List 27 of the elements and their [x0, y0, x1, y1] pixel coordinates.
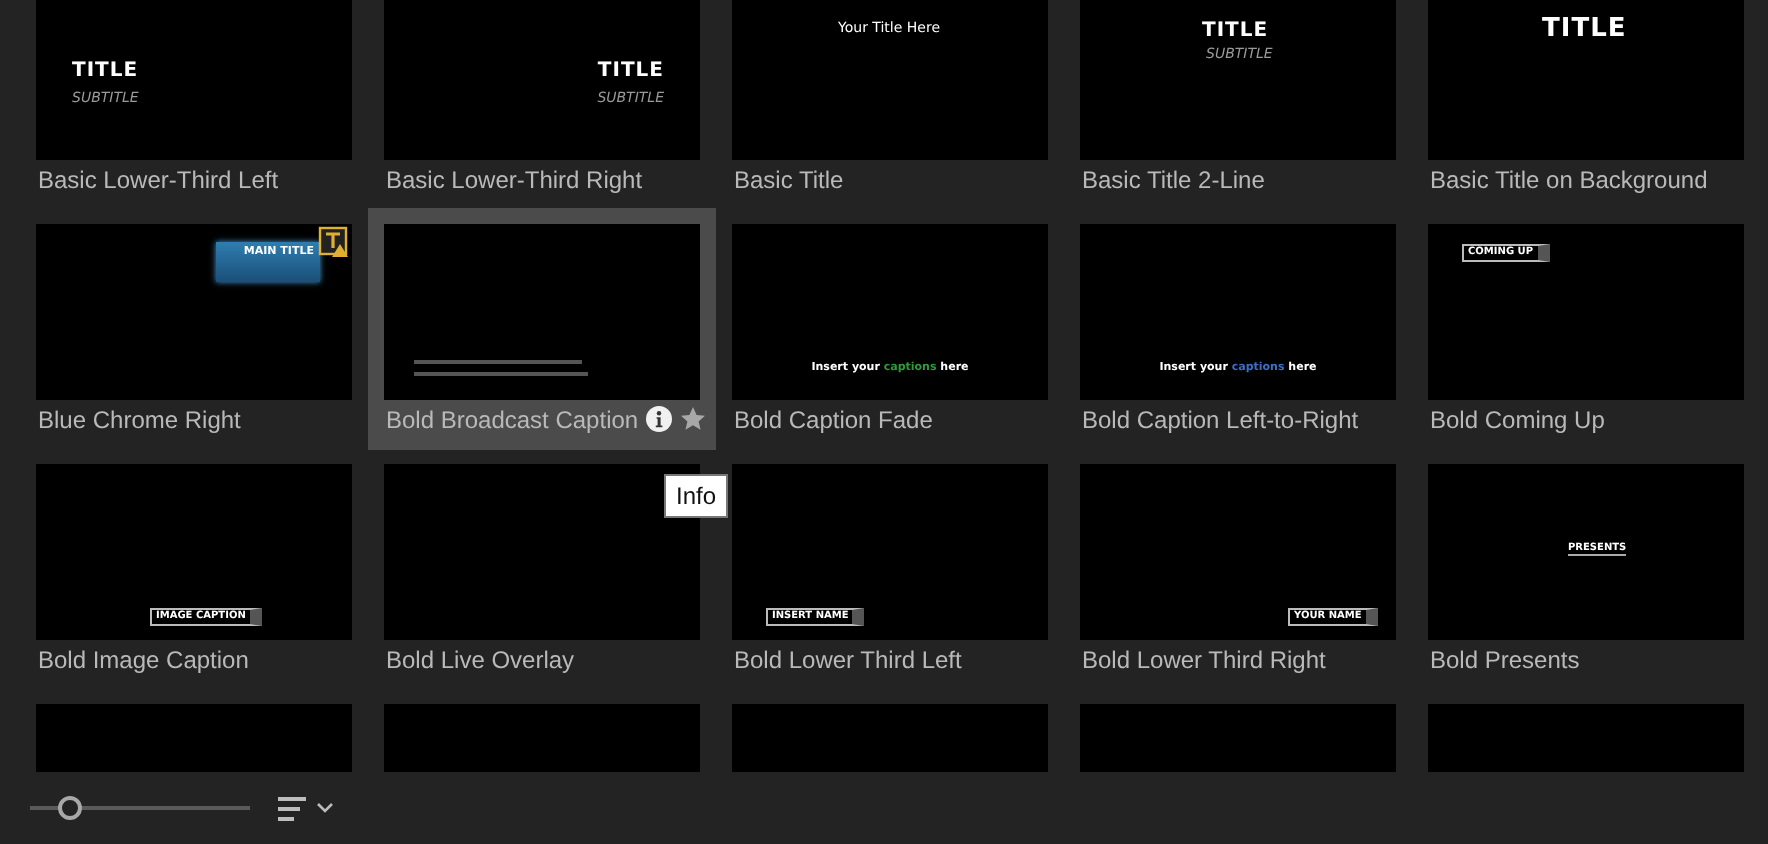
preset-name: Basic Title 2-Line	[1080, 165, 1267, 193]
sort-menu-button[interactable]	[278, 795, 334, 821]
preset-name: Bold Presents	[1428, 645, 1582, 673]
preview-title: TITLE	[597, 62, 664, 82]
caret-icon	[316, 802, 334, 814]
preview-title: TITLE	[1202, 22, 1269, 42]
preset-name: Bold Broadcast Caption	[384, 405, 639, 433]
favorite-star-icon[interactable]	[680, 406, 707, 432]
preset-name: Blue Chrome Right	[36, 405, 243, 433]
preset-name: Bold Coming Up	[1428, 405, 1607, 433]
preset-name: Basic Lower-Third Right	[384, 165, 645, 193]
preset-name: Basic Title	[732, 165, 846, 193]
preset-name: Bold Caption Left-to-Right	[1080, 405, 1361, 433]
preset-name: Basic Title on Background	[1428, 165, 1710, 193]
zoom-slider-thumb[interactable]	[57, 796, 82, 820]
preview-title: TITLE	[1542, 16, 1627, 42]
preset-name: Bold Lower Third Right	[1080, 645, 1328, 673]
sort-icon	[278, 795, 310, 821]
preset-tile[interactable]: Bold Broadcast Caption	[368, 208, 716, 450]
tooltip: Info	[664, 474, 729, 518]
info-icon[interactable]	[646, 406, 673, 432]
preset-name: Basic Lower-Third Left	[36, 165, 281, 193]
preset-name: Bold Image Caption	[36, 645, 251, 673]
preset-name: Bold Lower Third Left	[732, 645, 964, 673]
preview-title: TITLE	[72, 62, 139, 82]
preset-name: Bold Live Overlay	[384, 645, 577, 673]
preset-name: Bold Caption Fade	[732, 405, 935, 433]
